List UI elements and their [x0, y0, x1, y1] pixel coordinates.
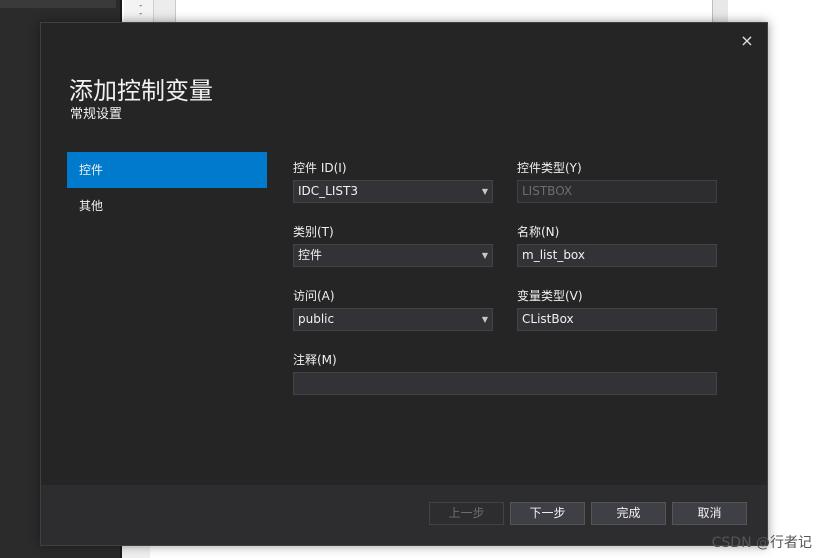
dialog-title: 添加控制变量 [69, 77, 213, 105]
variable-type-label: 变量类型(V) [517, 289, 583, 303]
category-label: 类别(T) [293, 225, 334, 239]
access-label: 访问(A) [293, 289, 335, 303]
cancel-button[interactable]: 取消 [672, 502, 747, 525]
ide-gutter-marks: - - [138, 1, 144, 19]
prev-button[interactable]: 上一步 [429, 502, 504, 525]
ide-left-strip [0, 0, 116, 8]
category-dropdown[interactable]: 控件 ▼ [293, 244, 493, 267]
access-value: public [298, 312, 335, 326]
nav-item-other[interactable]: 其他 [67, 188, 267, 224]
dialog-nav: 控件 其他 [67, 152, 267, 224]
control-id-value: IDC_LIST3 [298, 184, 358, 198]
next-button[interactable]: 下一步 [510, 502, 585, 525]
add-control-variable-dialog: × 添加控制变量 常规设置 控件 其他 控件 ID(I) IDC_LIST3 ▼… [40, 22, 768, 546]
dialog-subtitle: 常规设置 [70, 107, 123, 122]
chevron-down-icon: ▼ [481, 187, 488, 196]
category-value: 控件 [298, 248, 323, 262]
chevron-down-icon: ▼ [481, 251, 488, 260]
control-id-label: 控件 ID(I) [293, 161, 347, 175]
ide-inner-panel [154, 0, 176, 22]
access-dropdown[interactable]: public ▼ [293, 308, 493, 331]
nav-item-controls[interactable]: 控件 [67, 152, 267, 188]
close-icon[interactable]: × [737, 31, 757, 51]
chevron-down-icon: ▼ [481, 315, 488, 324]
ide-bottom-strip [122, 545, 150, 558]
name-value: m_list_box [522, 248, 586, 262]
ide-scrollbar[interactable] [712, 0, 728, 22]
comment-label: 注释(M) [293, 353, 337, 367]
variable-type-value: CListBox [522, 312, 574, 326]
control-id-dropdown[interactable]: IDC_LIST3 ▼ [293, 180, 493, 203]
control-type-field: LISTBOX [517, 180, 717, 203]
watermark: CSDN @行者记 [711, 535, 812, 551]
control-type-label: 控件类型(Y) [517, 161, 582, 175]
name-label: 名称(N) [517, 225, 560, 239]
finish-button[interactable]: 完成 [591, 502, 666, 525]
comment-input[interactable] [293, 372, 717, 395]
name-input[interactable]: m_list_box [517, 244, 717, 267]
control-type-value: LISTBOX [522, 184, 573, 198]
variable-type-input[interactable]: CListBox [517, 308, 717, 331]
dialog-footer: 上一步 下一步 完成 取消 [41, 485, 767, 545]
